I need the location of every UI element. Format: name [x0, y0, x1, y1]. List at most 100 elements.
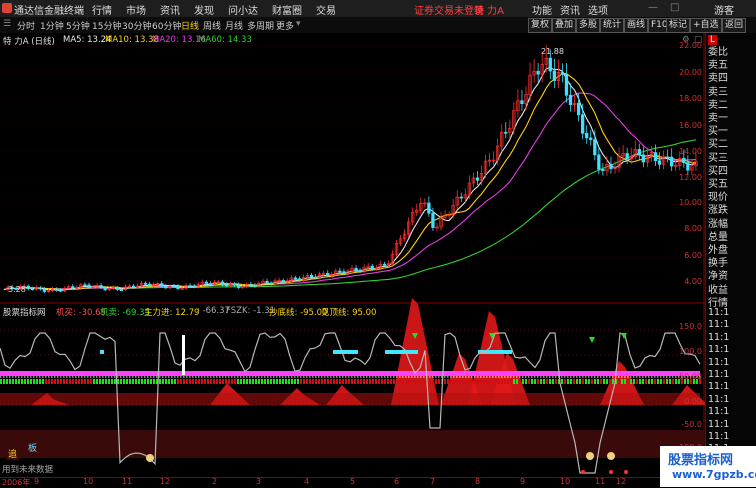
- menu-zixun-right[interactable]: 资讯: [560, 2, 580, 17]
- white-dot: [582, 376, 584, 378]
- white-dot: [6, 376, 8, 378]
- white-dot: [231, 376, 233, 378]
- signal-tick: [390, 379, 392, 384]
- tick-time: 11:1: [708, 418, 730, 430]
- signal-tick: [153, 379, 155, 384]
- menu-jiaoyi[interactable]: 交易: [316, 2, 336, 17]
- ban-mark: 板: [28, 444, 38, 454]
- period-5min[interactable]: 5分钟: [66, 19, 90, 32]
- candle-body: [249, 283, 253, 286]
- white-dot: [147, 376, 149, 378]
- white-dot: [642, 376, 644, 378]
- white-dot: [318, 376, 320, 378]
- list-icon[interactable]: ☰: [3, 19, 11, 29]
- period-more[interactable]: 更多: [276, 19, 294, 32]
- maximize-icon[interactable]: □: [670, 2, 679, 13]
- menu-zixun[interactable]: 资讯: [160, 2, 180, 17]
- date-tick: 12: [616, 477, 627, 486]
- period-weekly[interactable]: 周线: [203, 19, 221, 32]
- candle-body: [59, 289, 63, 292]
- period-15min[interactable]: 15分钟: [92, 19, 121, 32]
- signal-tick: [54, 379, 56, 384]
- tool-duogu[interactable]: 多股: [576, 18, 601, 33]
- signal-tick: [534, 379, 536, 384]
- signal-tick: [645, 379, 647, 384]
- white-dot: [663, 376, 665, 378]
- period-1min[interactable]: 1分钟: [40, 19, 64, 32]
- signal-tick: [633, 379, 635, 384]
- minimize-icon[interactable]: —: [648, 2, 658, 13]
- tool-zixuan[interactable]: +自选: [690, 18, 722, 33]
- indicator-name[interactable]: 股票指标网: [3, 306, 46, 318]
- signal-tick: [225, 379, 227, 384]
- price-tick: 18.00: [679, 94, 702, 103]
- tool-fuquan[interactable]: 复权: [528, 18, 553, 33]
- white-dot: [258, 376, 260, 378]
- signal-tick: [90, 379, 92, 384]
- tool-tongji[interactable]: 统计: [600, 18, 625, 33]
- white-dot: [186, 376, 188, 378]
- period-monthly[interactable]: 月线: [225, 19, 243, 32]
- white-dot: [648, 376, 650, 378]
- signal-tick: [138, 379, 140, 384]
- menu-faxian[interactable]: 发现: [194, 2, 214, 17]
- white-dot: [414, 376, 416, 378]
- white-dot: [501, 376, 503, 378]
- signal-tick: [639, 379, 641, 384]
- menu-hangqing[interactable]: 行情: [92, 2, 112, 17]
- white-dot: [627, 376, 629, 378]
- tool-diejia[interactable]: 叠加: [552, 18, 577, 33]
- candle-body: [99, 285, 103, 289]
- white-dot: [603, 376, 605, 378]
- white-dot: [327, 376, 329, 378]
- white-dot: [624, 376, 626, 378]
- signal-tick: [234, 379, 236, 384]
- candle-body: [576, 102, 581, 116]
- white-dot: [297, 376, 299, 378]
- menu-gongneng[interactable]: 功能: [532, 2, 552, 17]
- signal-tick: [474, 379, 476, 384]
- candle-body: [601, 168, 605, 172]
- menu-wenxiaoda[interactable]: 问小达: [228, 2, 258, 17]
- white-dot: [600, 376, 602, 378]
- signal-tick: [246, 379, 248, 384]
- menu-xuanxiang[interactable]: 选项: [588, 2, 608, 17]
- guest-label[interactable]: 游客: [714, 2, 734, 17]
- signal-tick: [15, 379, 17, 384]
- white-dot: [330, 376, 332, 378]
- period-fenshi[interactable]: 分时: [17, 19, 35, 32]
- signal-tick: [114, 379, 116, 384]
- tool-fanhui[interactable]: 返回: [722, 18, 747, 33]
- white-dot: [183, 376, 185, 378]
- white-dot: [540, 376, 542, 378]
- signal-tick: [6, 379, 8, 384]
- candle-body: [548, 57, 552, 72]
- menu-shichang[interactable]: 市场: [126, 2, 146, 17]
- period-multi[interactable]: 多周期: [247, 19, 274, 32]
- white-dot: [228, 376, 230, 378]
- white-dot: [438, 376, 440, 378]
- signal-tick: [477, 379, 479, 384]
- period-60min[interactable]: 60分钟: [152, 19, 181, 32]
- tool-biaoji[interactable]: 标记: [666, 18, 691, 33]
- chart-area[interactable]: [0, 33, 705, 487]
- menu-caifuquan[interactable]: 财富圈: [272, 2, 302, 17]
- signal-tick: [207, 379, 209, 384]
- signal-tick: [84, 379, 86, 384]
- period-daily[interactable]: 日线: [181, 19, 199, 32]
- signal-tick: [438, 379, 440, 384]
- white-dot: [561, 376, 563, 378]
- signal-tick: [147, 379, 149, 384]
- signal-tick: [213, 379, 215, 384]
- period-30min[interactable]: 30分钟: [122, 19, 151, 32]
- signal-tick: [660, 379, 662, 384]
- white-dot: [384, 376, 386, 378]
- more-chevron-icon[interactable]: ▾: [296, 19, 301, 29]
- signal-tick: [309, 379, 311, 384]
- candle-body: [564, 74, 569, 96]
- tool-huaxian[interactable]: 画线: [624, 18, 649, 33]
- signal-tick: [180, 379, 182, 384]
- candle-body: [269, 282, 273, 285]
- signal-tick: [414, 379, 416, 384]
- white-dot: [444, 376, 446, 378]
